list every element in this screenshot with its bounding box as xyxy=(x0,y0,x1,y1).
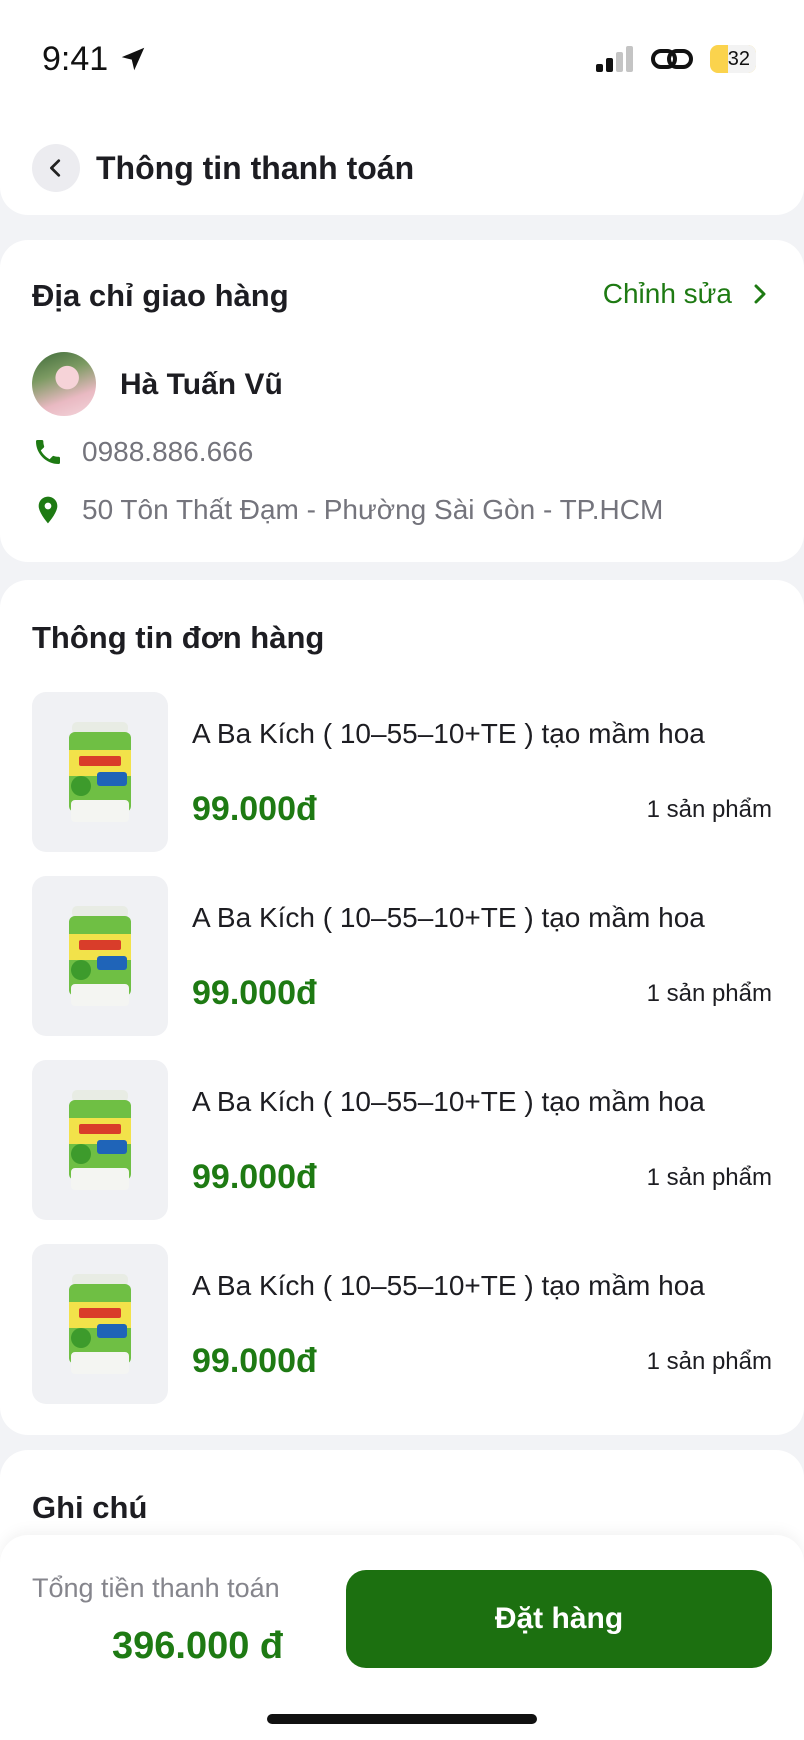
order-item[interactable]: A Ba Kích ( 10–55–10+TE ) tạo mầm hoa 99… xyxy=(32,876,772,1036)
avatar xyxy=(32,352,96,416)
product-thumbnail xyxy=(32,1060,168,1220)
product-thumbnail xyxy=(32,1244,168,1404)
battery-indicator: 32 xyxy=(710,45,756,73)
product-quantity: 1 sản phẩm xyxy=(646,980,772,1007)
cellular-signal-icon xyxy=(596,46,633,72)
order-item[interactable]: A Ba Kích ( 10–55–10+TE ) tạo mầm hoa 99… xyxy=(32,692,772,852)
product-jar-icon xyxy=(69,906,131,1006)
location-arrow-icon xyxy=(121,47,145,71)
total-label: Tổng tiền thanh toán xyxy=(32,1573,280,1603)
address-row: 50 Tôn Thất Đạm - Phường Sài Gòn - TP.HC… xyxy=(32,494,663,526)
chevron-left-icon xyxy=(50,159,61,177)
phone-row: 0988.886.666 xyxy=(32,436,253,468)
product-thumbnail xyxy=(32,876,168,1036)
status-time: 9:41 xyxy=(42,40,109,78)
product-jar-icon xyxy=(69,1090,131,1190)
chevron-right-icon xyxy=(754,284,766,304)
product-name: A Ba Kích ( 10–55–10+TE ) tạo mầm hoa xyxy=(192,902,705,933)
product-jar-icon xyxy=(69,1274,131,1374)
product-thumbnail xyxy=(32,692,168,852)
address-section-title: Địa chỉ giao hàng xyxy=(32,278,289,313)
note-section-title: Ghi chú xyxy=(32,1490,148,1525)
page-header: Thông tin thanh toán xyxy=(0,110,804,215)
order-item[interactable]: A Ba Kích ( 10–55–10+TE ) tạo mầm hoa 99… xyxy=(32,1060,772,1220)
order-info-card: Thông tin đơn hàng A Ba Kích ( 10–55–10+… xyxy=(0,580,804,1435)
total-amount: 396.000 đ xyxy=(112,1625,284,1667)
product-name: A Ba Kích ( 10–55–10+TE ) tạo mầm hoa xyxy=(192,1270,705,1301)
product-quantity: 1 sản phẩm xyxy=(646,1348,772,1375)
status-bar: 9:41 32 xyxy=(0,0,804,110)
product-name: A Ba Kích ( 10–55–10+TE ) tạo mầm hoa xyxy=(192,718,705,749)
home-indicator[interactable] xyxy=(267,1714,537,1724)
phone-icon xyxy=(36,440,60,464)
order-item[interactable]: A Ba Kích ( 10–55–10+TE ) tạo mầm hoa 99… xyxy=(32,1244,772,1404)
link-icon xyxy=(651,49,693,69)
product-quantity: 1 sản phẩm xyxy=(646,796,772,823)
product-price: 99.000đ xyxy=(192,974,317,1012)
address-text: 50 Tôn Thất Đạm - Phường Sài Gòn - TP.HC… xyxy=(82,494,664,525)
edit-address-label: Chỉnh sửa xyxy=(602,278,732,309)
product-price: 99.000đ xyxy=(192,1342,317,1380)
product-price: 99.000đ xyxy=(192,790,317,828)
checkout-bar: Tổng tiền thanh toán 396.000 đ Đặt hàng xyxy=(0,1535,804,1740)
recipient-name: Hà Tuấn Vũ xyxy=(120,368,283,401)
place-order-button[interactable]: Đặt hàng xyxy=(346,1570,772,1668)
phone-number: 0988.886.666 xyxy=(82,436,254,467)
page-title: Thông tin thanh toán xyxy=(96,150,415,186)
product-price: 99.000đ xyxy=(192,1158,317,1196)
product-jar-icon xyxy=(69,722,131,822)
location-pin-icon xyxy=(38,496,58,524)
shipping-address-card: Địa chỉ giao hàng Chỉnh sửa Hà Tuấn Vũ 0… xyxy=(0,240,804,562)
battery-level: 32 xyxy=(727,48,750,70)
edit-address-link[interactable]: Chỉnh sửa xyxy=(603,278,770,310)
product-name: A Ba Kích ( 10–55–10+TE ) tạo mầm hoa xyxy=(192,1086,705,1117)
back-button[interactable] xyxy=(32,144,80,192)
product-quantity: 1 sản phẩm xyxy=(646,1164,772,1191)
order-section-title: Thông tin đơn hàng xyxy=(32,620,325,655)
